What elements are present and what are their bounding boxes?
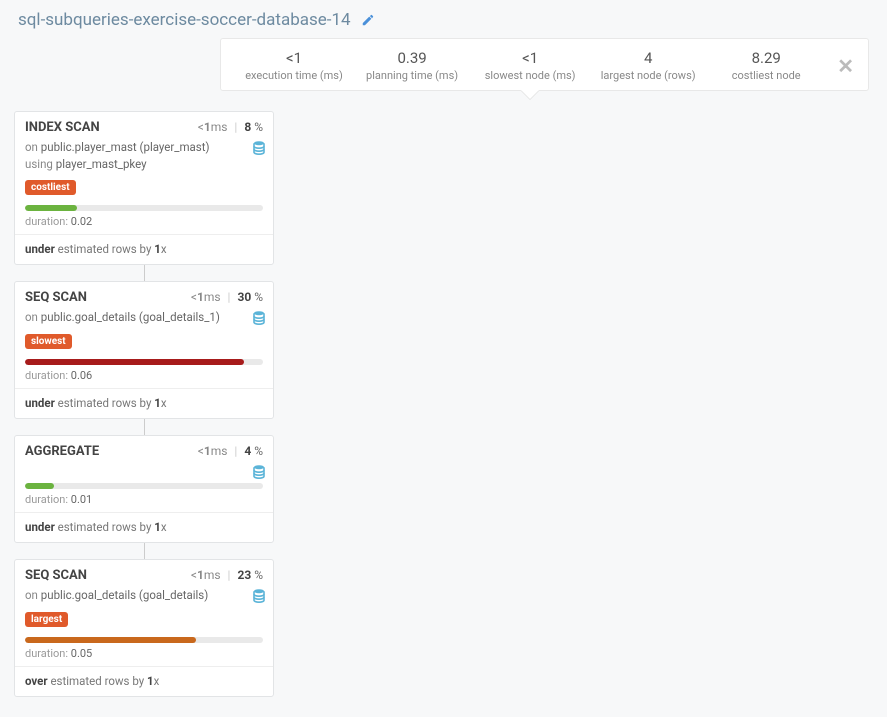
duration-bar-fill: [25, 359, 244, 365]
stat-value: 8.29: [707, 49, 825, 67]
estimate-text: under estimated rows by 1x: [15, 234, 273, 264]
node-header: AGGREGATE <1ms | 4 %: [15, 436, 273, 463]
duration-bar: [25, 637, 263, 643]
node-meta: <1ms | 4 %: [198, 444, 263, 458]
duration-bar-fill: [25, 205, 77, 211]
detail-using-val: player_mast_pkey: [56, 157, 147, 171]
plan-node-index-scan[interactable]: INDEX SCAN <1ms | 8 % on public.player_m…: [14, 111, 274, 265]
plan-node-aggregate[interactable]: AGGREGATE <1ms | 4 % duration: 0.01 unde…: [14, 435, 274, 543]
detail-using-kw: using: [25, 157, 53, 171]
duration-bar: [25, 205, 263, 211]
node-header: SEQ SCAN <1ms | 23 %: [15, 560, 273, 587]
stat-value: <1: [235, 49, 353, 67]
stat-value: <1: [471, 49, 589, 67]
badge-slowest: slowest: [25, 334, 72, 349]
edit-icon[interactable]: [361, 13, 375, 27]
estimate-text: over estimated rows by 1x: [15, 666, 273, 696]
plan-node-seq-scan[interactable]: SEQ SCAN <1ms | 30 % on public.goal_deta…: [14, 281, 274, 419]
node-title: SEQ SCAN: [25, 568, 87, 583]
duration-text: duration: 0.06: [15, 369, 273, 388]
stat-value: 4: [589, 49, 707, 67]
meta-pct: 8 %: [244, 120, 263, 134]
node-header: INDEX SCAN <1ms | 8 %: [15, 112, 273, 139]
database-icon[interactable]: [253, 311, 265, 325]
stat-largest-node: 4 largest node (rows): [589, 49, 707, 82]
page-header: sql-subqueries-exercise-soccer-database-…: [0, 0, 887, 38]
duration-text: duration: 0.05: [15, 647, 273, 666]
duration-bar: [25, 359, 263, 365]
database-icon[interactable]: [253, 465, 265, 479]
estimate-text: under estimated rows by 1x: [15, 512, 273, 542]
stat-value: 0.39: [353, 49, 471, 67]
node-detail: on public.goal_details (goal_details_1): [15, 309, 273, 332]
node-meta: <1ms | 8 %: [198, 120, 263, 134]
tree-connector: [144, 419, 145, 435]
stat-label: planning time (ms): [353, 69, 471, 82]
meta-num: 1: [204, 120, 211, 134]
stat-slowest-node: <1 slowest node (ms): [471, 49, 589, 82]
duration-bar: [25, 483, 263, 489]
plan-tree: INDEX SCAN <1ms | 8 % on public.player_m…: [0, 111, 887, 717]
stat-label: largest node (rows): [589, 69, 707, 82]
detail-on-val: public.player_mast (player_mast): [41, 140, 210, 154]
node-header: SEQ SCAN <1ms | 30 %: [15, 282, 273, 309]
tree-connector: [144, 265, 145, 281]
node-detail: on public.player_mast (player_mast) usin…: [15, 139, 273, 178]
stat-label: costliest node: [707, 69, 825, 82]
duration-bar-fill: [25, 483, 54, 489]
duration-text: duration: 0.02: [15, 215, 273, 234]
close-icon[interactable]: ✕: [825, 54, 854, 78]
duration-bar-fill: [25, 637, 196, 643]
node-detail: on public.goal_details (goal_details): [15, 587, 273, 610]
estimate-text: under estimated rows by 1x: [15, 388, 273, 418]
stat-label: slowest node (ms): [471, 69, 589, 82]
stat-costliest-node: 8.29 costliest node: [707, 49, 825, 82]
duration-text: duration: 0.01: [15, 493, 273, 512]
stat-execution-time: <1 execution time (ms): [235, 49, 353, 82]
plan-node-seq-scan[interactable]: SEQ SCAN <1ms | 23 % on public.goal_deta…: [14, 559, 274, 697]
badge-costliest: costliest: [25, 180, 76, 195]
tree-connector: [144, 543, 145, 559]
page-title: sql-subqueries-exercise-soccer-database-…: [18, 10, 351, 30]
detail-on-kw: on: [25, 140, 38, 154]
node-title: SEQ SCAN: [25, 290, 87, 305]
database-icon[interactable]: [253, 141, 265, 155]
stats-bar: <1 execution time (ms) 0.39 planning tim…: [220, 38, 869, 91]
database-icon[interactable]: [253, 589, 265, 603]
stat-planning-time: 0.39 planning time (ms): [353, 49, 471, 82]
stat-label: execution time (ms): [235, 69, 353, 82]
node-detail: [15, 463, 273, 477]
meta-separator: |: [230, 120, 241, 134]
badge-largest: largest: [25, 612, 68, 627]
node-meta: <1ms | 23 %: [191, 568, 263, 582]
node-meta: <1ms | 30 %: [191, 290, 263, 304]
node-title: INDEX SCAN: [25, 120, 100, 135]
meta-unit: ms: [211, 120, 228, 134]
node-title: AGGREGATE: [25, 444, 99, 459]
